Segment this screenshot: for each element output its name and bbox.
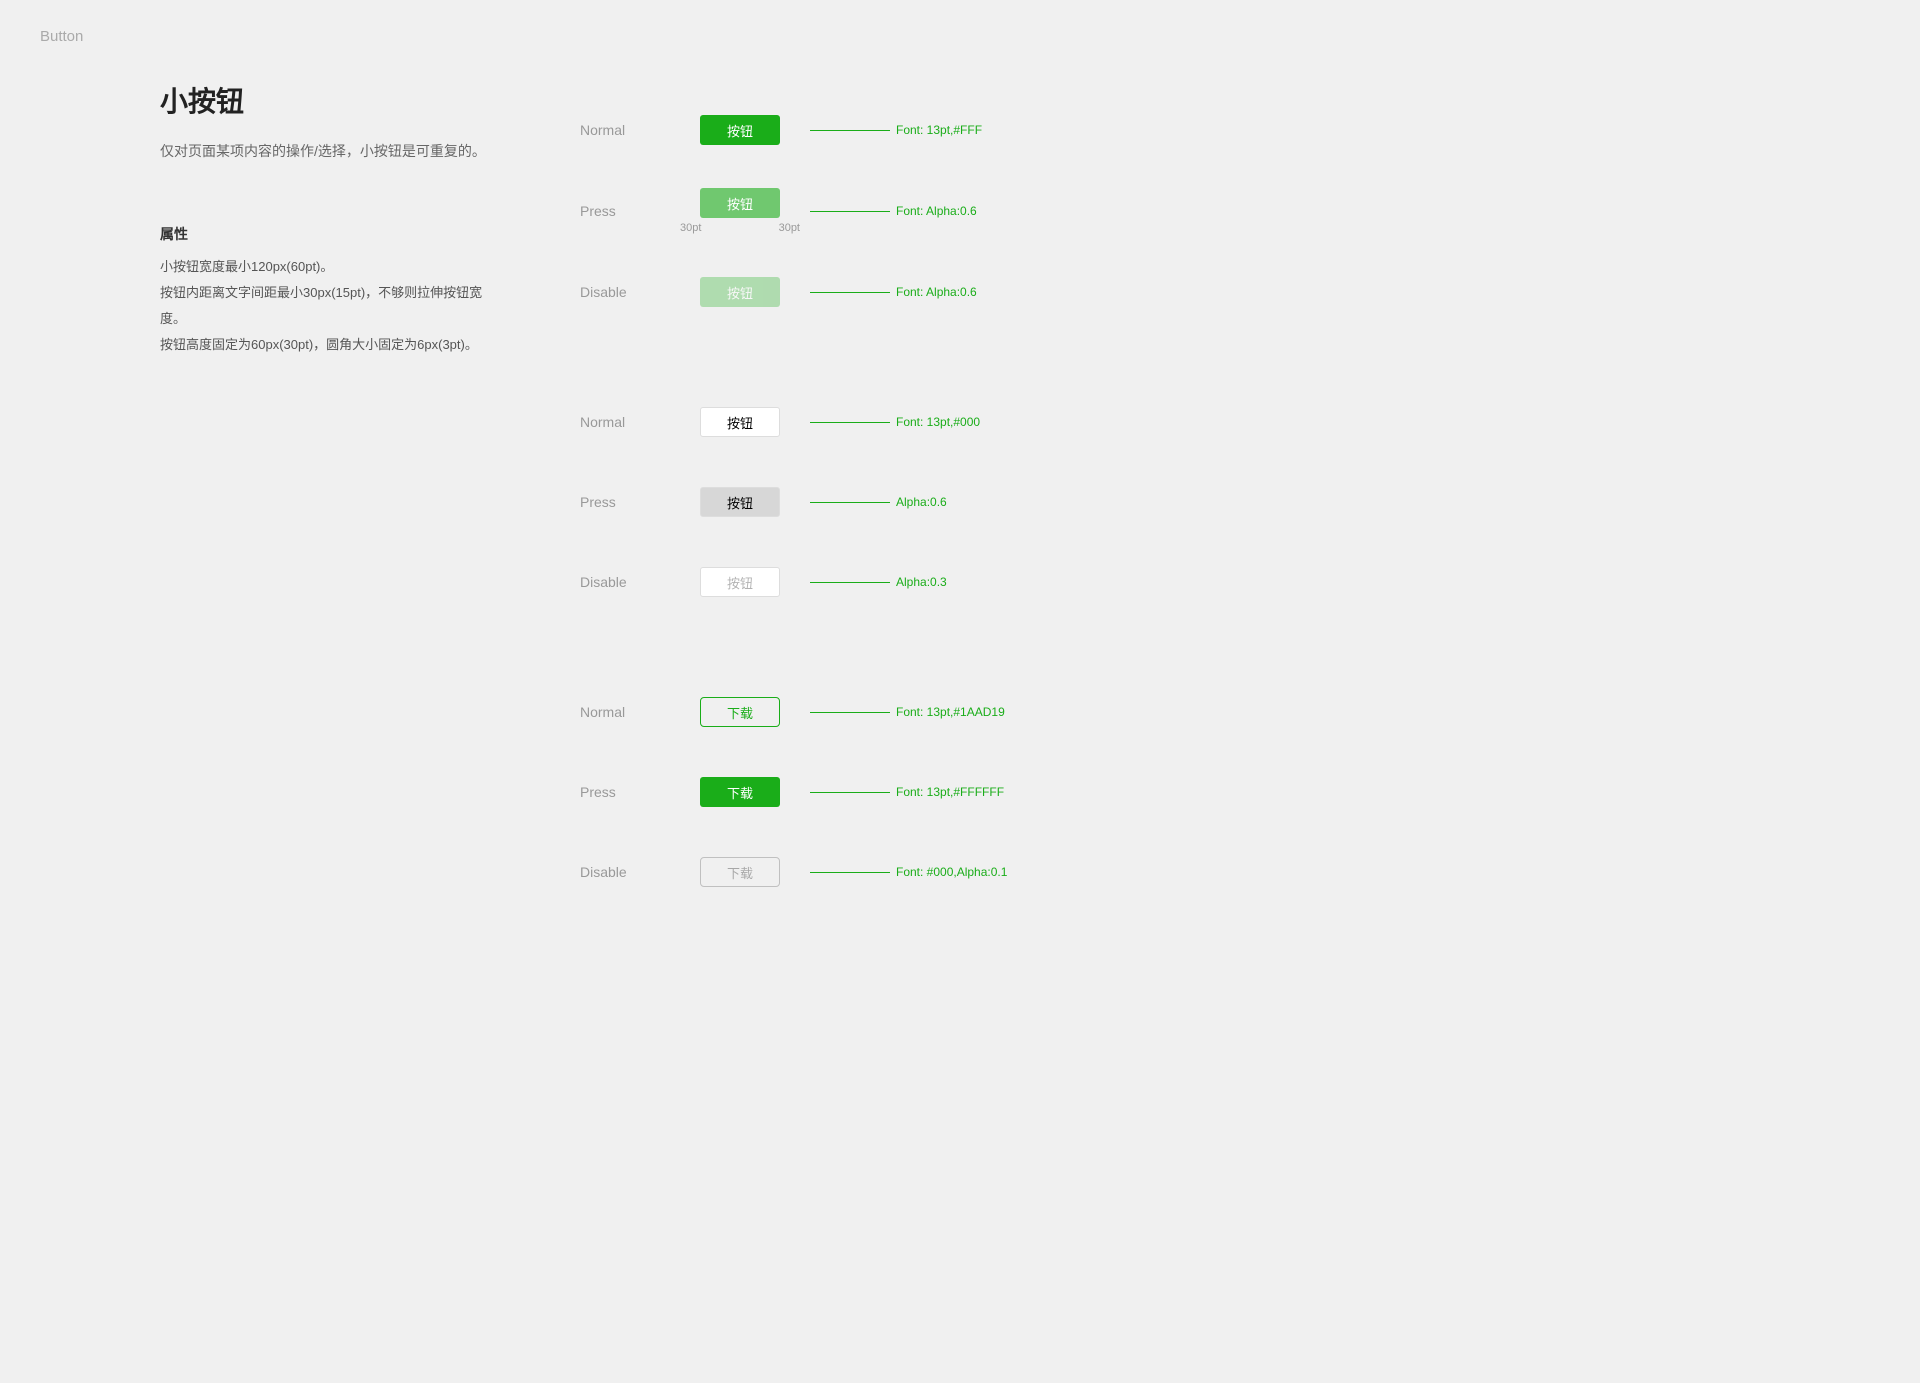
btn-solid-press[interactable]: 按钮	[700, 188, 780, 218]
btn-outline-press[interactable]: 按钮	[700, 487, 780, 517]
state-label: Disable	[580, 574, 680, 590]
row-1-disable: Disable 按钮 Font: Alpha:0.6	[580, 252, 1760, 332]
btn-download-disable: 下载	[700, 857, 780, 887]
btn-solid-normal[interactable]: 按钮	[700, 115, 780, 145]
row-2-disable: Disable 按钮 Alpha:0.3	[580, 542, 1760, 622]
btn-solid-disable: 按钮	[700, 277, 780, 307]
button-area: 按钮	[680, 277, 800, 307]
line-connector	[810, 872, 890, 873]
state-label: Normal	[580, 414, 680, 430]
attr-title: 属性	[160, 224, 500, 244]
annotation-text: Alpha:0.3	[896, 575, 947, 589]
row-3-disable: Disable 下载 Font: #000,Alpha:0.1	[580, 832, 1760, 912]
page-title: Button	[40, 28, 83, 45]
annotation-line: Font: 13pt,#000	[810, 415, 1760, 429]
annotation-line: Font: #000,Alpha:0.1	[810, 865, 1760, 879]
line-connector	[810, 130, 890, 131]
section-title: 小按钮	[160, 80, 500, 120]
annotation-line: Font: Alpha:0.6	[810, 285, 1760, 299]
state-label: Normal	[580, 704, 680, 720]
row-2-normal: Normal 按钮 Font: 13pt,#000	[580, 382, 1760, 462]
annotation-line: Font: 13pt,#1AAD19	[810, 705, 1760, 719]
dim-left: 30pt	[680, 222, 701, 234]
group-1: Normal 按钮 Font: 13pt,#FFF Press 按钮 30pt …	[580, 90, 1760, 332]
annotation-text: Font: 13pt,#FFFFFF	[896, 785, 1004, 799]
state-label: Press	[580, 784, 680, 800]
attr-list: 小按钮宽度最小120px(60pt)。 按钮内距离文字间距最小30px(15pt…	[160, 254, 500, 358]
annotation-line: Font: Alpha:0.6	[810, 204, 1760, 218]
group-3: Normal 下载 Font: 13pt,#1AAD19 Press 下载 Fo…	[580, 672, 1760, 912]
state-label: Press	[580, 494, 680, 510]
state-label: Disable	[580, 284, 680, 300]
annotation-text: Font: 13pt,#1AAD19	[896, 705, 1005, 719]
button-area: 按钮	[680, 407, 800, 437]
dimension-labels: 30pt 30pt	[680, 222, 800, 234]
attr-line-2: 按钮内距离文字间距最小30px(15pt)，不够则拉伸按钮宽度。	[160, 280, 500, 332]
row-3-normal: Normal 下载 Font: 13pt,#1AAD19	[580, 672, 1760, 752]
dim-right: 30pt	[779, 222, 800, 234]
button-area: 按钮	[680, 115, 800, 145]
section-desc: 仅对页面某项内容的操作/选择，小按钮是可重复的。	[160, 140, 500, 164]
row-2-press: Press 按钮 Alpha:0.6	[580, 462, 1760, 542]
left-panel: 小按钮 仅对页面某项内容的操作/选择，小按钮是可重复的。 属性 小按钮宽度最小1…	[160, 80, 500, 912]
btn-download-press[interactable]: 下载	[700, 777, 780, 807]
attr-line-1: 小按钮宽度最小120px(60pt)。	[160, 254, 500, 280]
annotation-line: Alpha:0.6	[810, 495, 1760, 509]
line-connector	[810, 422, 890, 423]
annotation-line: Font: 13pt,#FFF	[810, 123, 1760, 137]
row-3-press: Press 下载 Font: 13pt,#FFFFFF	[580, 752, 1760, 832]
state-label: Disable	[580, 864, 680, 880]
annotation-text: Alpha:0.6	[896, 495, 947, 509]
state-label: Normal	[580, 122, 680, 138]
annotation-text: Font: 13pt,#FFF	[896, 123, 982, 137]
group-2: Normal 按钮 Font: 13pt,#000 Press 按钮 Alpha…	[580, 382, 1760, 622]
line-connector	[810, 712, 890, 713]
line-connector	[810, 582, 890, 583]
button-area: 下载	[680, 777, 800, 807]
annotation-text: Font: Alpha:0.6	[896, 285, 977, 299]
row-1-press: Press 按钮 30pt 30pt Font: Alpha:0.6	[580, 170, 1760, 252]
row-1-normal: Normal 按钮 Font: 13pt,#FFF	[580, 90, 1760, 170]
button-area: 按钮	[680, 567, 800, 597]
line-connector	[810, 292, 890, 293]
right-panel: Normal 按钮 Font: 13pt,#FFF Press 按钮 30pt …	[580, 80, 1760, 912]
button-area: 下载	[680, 697, 800, 727]
button-area: 按钮 30pt 30pt	[680, 188, 800, 234]
annotation-line: Font: 13pt,#FFFFFF	[810, 785, 1760, 799]
annotation-text: Font: 13pt,#000	[896, 415, 980, 429]
btn-download-normal[interactable]: 下载	[700, 697, 780, 727]
annotation-text: Font: #000,Alpha:0.1	[896, 865, 1007, 879]
attr-line-3: 按钮高度固定为60px(30pt)，圆角大小固定为6px(3pt)。	[160, 332, 500, 358]
line-connector	[810, 211, 890, 212]
state-label: Press	[580, 203, 680, 219]
line-connector	[810, 792, 890, 793]
main-content: 小按钮 仅对页面某项内容的操作/选择，小按钮是可重复的。 属性 小按钮宽度最小1…	[0, 0, 1920, 992]
btn-outline-normal[interactable]: 按钮	[700, 407, 780, 437]
button-area: 按钮	[680, 487, 800, 517]
button-area: 下载	[680, 857, 800, 887]
annotation-line: Alpha:0.3	[810, 575, 1760, 589]
line-connector	[810, 502, 890, 503]
btn-outline-disable: 按钮	[700, 567, 780, 597]
annotation-text: Font: Alpha:0.6	[896, 204, 977, 218]
